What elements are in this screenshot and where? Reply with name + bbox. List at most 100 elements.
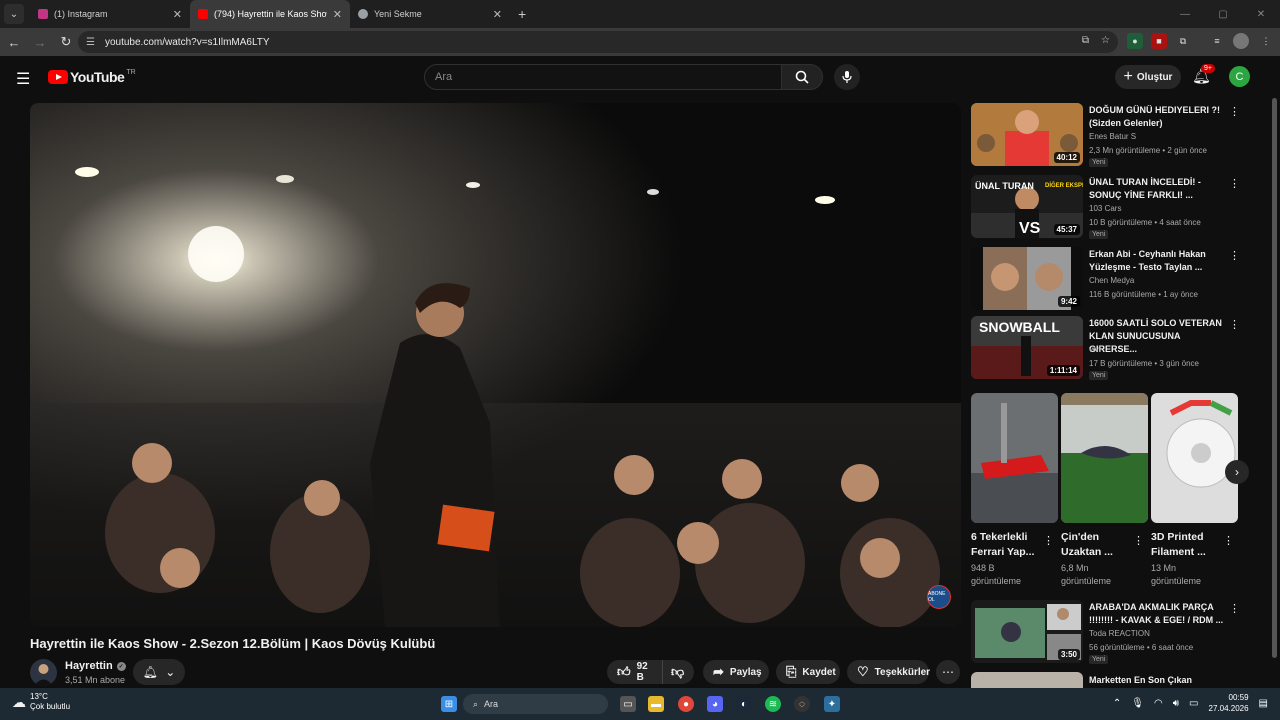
short-title[interactable]: 3D Printed Filament ...: [1151, 530, 1217, 560]
channel-watermark[interactable]: ABONE OL: [927, 585, 951, 609]
cast-icon[interactable]: ⧉: [1082, 35, 1089, 46]
tab-close-icon[interactable]: ✕: [333, 8, 342, 21]
shorts-next-button[interactable]: ›: [1225, 460, 1249, 484]
reading-list-icon[interactable]: ≡: [1209, 33, 1225, 49]
more-options-icon[interactable]: ⋮: [1229, 105, 1240, 118]
volume-icon[interactable]: 🔊︎: [1173, 698, 1179, 709]
video-thumbnail[interactable]: [971, 672, 1083, 688]
channel-name[interactable]: Toda REACTION: [1089, 629, 1150, 638]
video-thumbnail[interactable]: SNOWBALL 1:11:14: [971, 316, 1083, 379]
bookmark-star-icon[interactable]: ☆: [1101, 35, 1110, 46]
voice-search-button[interactable]: [834, 64, 860, 90]
recommendation-item[interactable]: 3:50 ARABA'DA AKMALIK PARÇA !!!!!!!! - K…: [971, 600, 1241, 666]
short-item[interactable]: 6 Tekerlekli Ferrari Yap... 948 B görünt…: [971, 393, 1058, 588]
page-scrollbar[interactable]: [1271, 98, 1278, 688]
video-thumbnail[interactable]: 3:50: [971, 600, 1083, 663]
recommendation-item[interactable]: SNOWBALL 1:11:14 16000 SAATLİ SOLO VETER…: [971, 316, 1241, 382]
tab-close-icon[interactable]: ✕: [173, 8, 182, 21]
more-options-icon[interactable]: ⋮: [1043, 534, 1054, 547]
more-options-icon[interactable]: ⋮: [1229, 249, 1240, 262]
spotify-icon[interactable]: ≋: [765, 696, 781, 712]
channel-name[interactable]: 103 Cars: [1089, 204, 1121, 213]
back-icon[interactable]: ←: [2, 30, 26, 54]
video-thumbnail[interactable]: 9:42: [971, 247, 1083, 310]
address-bar[interactable]: ☰ youtube.com/watch?v=s1IlmMA6LTY ⧉ ☆: [78, 31, 1118, 53]
video-thumbnail[interactable]: ÜNAL TURAN DİĞER EKSPERTİZLER VS 45:37: [971, 175, 1083, 238]
search-button[interactable]: [781, 64, 823, 90]
video-title[interactable]: ARABA'DA AKMALIK PARÇA !!!!!!!! - KAVAK …: [1089, 601, 1224, 627]
like-button[interactable]: 👍︎ 92 B: [607, 660, 662, 684]
channel-name[interactable]: Enes Batur S: [1089, 132, 1136, 141]
short-item[interactable]: 3D Printed Filament ... 13 Mn görüntülem…: [1151, 393, 1238, 588]
recommendation-item[interactable]: Marketten En Son Çıkan: [971, 672, 1241, 688]
hamburger-menu-icon[interactable]: ☰: [16, 69, 30, 89]
chevron-up-icon[interactable]: ⌃: [1113, 698, 1121, 709]
app-icon[interactable]: ◌: [794, 696, 810, 712]
more-options-icon[interactable]: ⋮: [1223, 534, 1234, 547]
channel-avatar[interactable]: [30, 659, 57, 686]
video-title[interactable]: DOĞUM GÜNÜ HEDIYELERI ?! (Sizden Gelenle…: [1089, 104, 1224, 130]
tab-youtube[interactable]: (794) Hayrettin ile Kaos Show - ✕: [190, 0, 350, 28]
windows-start-icon[interactable]: ⊞: [441, 696, 457, 712]
tab-new-tab[interactable]: Yeni Sekme ✕: [350, 0, 510, 28]
recommendation-item[interactable]: 9:42 Erkan Abi - Ceyhanlı Hakan Yüzleşme…: [971, 247, 1241, 313]
minimize-icon[interactable]: —: [1166, 0, 1204, 28]
short-item[interactable]: Çin'den Uzaktan ... 6,8 Mn görüntüleme ⋮: [1061, 393, 1148, 588]
short-thumbnail[interactable]: [1151, 393, 1238, 523]
weather-widget[interactable]: ☁ 13°C Çok bulutlu: [12, 692, 70, 712]
browser-menu-icon[interactable]: ⋮: [1258, 33, 1274, 49]
extension-green-icon[interactable]: ●: [1127, 33, 1143, 49]
notifications-button[interactable]: 🔔︎ 9+: [1192, 64, 1215, 85]
search-input[interactable]: Ara: [424, 64, 782, 90]
discord-icon[interactable]: ◕: [707, 696, 723, 712]
account-avatar[interactable]: C: [1229, 66, 1250, 87]
microphone-icon[interactable]: 🎙︎: [1131, 698, 1144, 709]
channel-name[interactable]: Chen Medya: [1089, 276, 1134, 285]
thanks-button[interactable]: ♡ Teşekkürler: [847, 660, 930, 684]
more-options-icon[interactable]: ⋮: [1229, 602, 1240, 615]
reload-icon[interactable]: ↻: [54, 30, 78, 54]
dislike-button[interactable]: 👎︎: [662, 660, 694, 684]
video-title[interactable]: 16000 SAATLİ SOLO VETERAN KLAN SUNUCUSUN…: [1089, 317, 1224, 356]
short-thumbnail[interactable]: [1061, 393, 1148, 523]
scrollbar-thumb[interactable]: [1272, 98, 1277, 658]
site-info-icon[interactable]: ☰: [86, 37, 95, 48]
tab-search-button[interactable]: ⌄: [4, 4, 24, 24]
app-icon[interactable]: ✦: [824, 696, 840, 712]
subscription-bell-button[interactable]: 🔔︎ ⌄: [133, 659, 185, 685]
more-actions-button[interactable]: ⋯: [936, 660, 960, 684]
video-title[interactable]: Erkan Abi - Ceyhanlı Hakan Yüzleşme - Te…: [1089, 248, 1224, 274]
more-options-icon[interactable]: ⋮: [1133, 534, 1144, 547]
more-options-icon[interactable]: ⋮: [1229, 318, 1240, 331]
channel-name-row[interactable]: Hayrettin ✓: [65, 660, 126, 672]
create-button[interactable]: + Oluştur: [1115, 65, 1181, 89]
more-options-icon[interactable]: ⋮: [1229, 177, 1240, 190]
recommendation-item[interactable]: ÜNAL TURAN DİĞER EKSPERTİZLER VS 45:37 ÜNA…: [971, 175, 1241, 241]
window-close-icon[interactable]: ✕: [1242, 0, 1280, 28]
taskbar-search[interactable]: ⌕ Ara: [463, 694, 608, 714]
recommendation-item[interactable]: 40:12 DOĞUM GÜNÜ HEDIYELERI ?! (Sizden G…: [971, 103, 1241, 169]
task-view-icon[interactable]: ▭: [620, 696, 636, 712]
new-tab-icon[interactable]: +: [518, 6, 526, 22]
short-thumbnail[interactable]: [971, 393, 1058, 523]
steam-icon[interactable]: ◐: [736, 696, 752, 712]
forward-icon[interactable]: →: [28, 30, 52, 54]
battery-icon[interactable]: ▭: [1189, 698, 1198, 709]
video-player[interactable]: [30, 103, 961, 627]
maximize-icon[interactable]: ▢: [1204, 0, 1242, 28]
save-button[interactable]: ⎘ Kaydet: [776, 660, 840, 684]
wifi-icon[interactable]: ◠: [1154, 698, 1163, 709]
profile-avatar-icon[interactable]: [1233, 33, 1249, 49]
tab-close-icon[interactable]: ✕: [493, 8, 502, 21]
chrome-icon[interactable]: ●: [678, 696, 694, 712]
notification-center-icon[interactable]: ▤: [1259, 698, 1268, 709]
youtube-logo[interactable]: YouTube TR: [48, 69, 136, 85]
video-title[interactable]: Marketten En Son Çıkan: [1089, 674, 1224, 687]
file-explorer-icon[interactable]: ▬: [648, 696, 664, 712]
tab-instagram[interactable]: (1) Instagram ✕: [30, 0, 190, 28]
extensions-puzzle-icon[interactable]: ⧉: [1175, 33, 1191, 49]
short-title[interactable]: 6 Tekerlekli Ferrari Yap...: [971, 530, 1037, 560]
clock[interactable]: 00:59 27.04.2026: [1209, 692, 1249, 714]
channel-name[interactable]: vivi: [1089, 345, 1101, 354]
share-button[interactable]: ➦ Paylaş: [703, 660, 769, 684]
